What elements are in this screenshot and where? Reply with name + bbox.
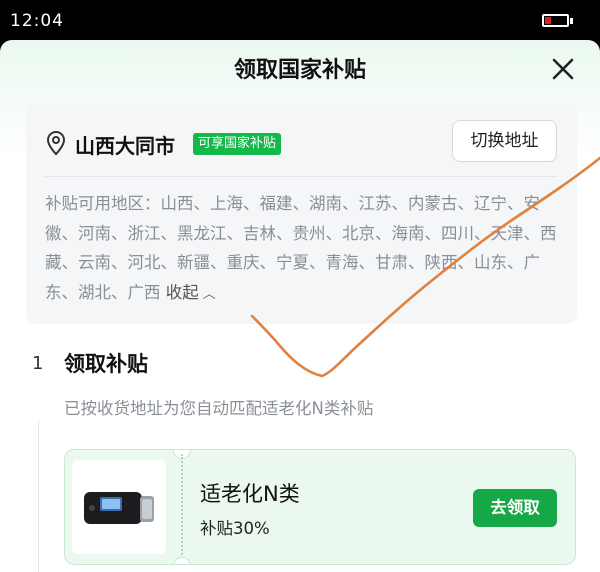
location-pin-icon	[46, 130, 66, 156]
claim-button[interactable]: 去领取	[473, 489, 557, 527]
ticket-separator	[181, 454, 183, 562]
status-time: 12:04	[10, 11, 64, 31]
city-label: 山西大同市	[75, 134, 175, 158]
ticket-notch	[173, 557, 191, 564]
product-name: 适老化N类	[200, 482, 300, 506]
switch-address-button[interactable]: 切换地址	[452, 120, 557, 162]
subsidy-sheet: 领取国家补贴 山西大同市 可享国家补贴 切换地址 补贴可用地区：山西、上海、福建…	[0, 40, 600, 572]
close-icon[interactable]	[548, 54, 578, 84]
divider	[45, 176, 557, 177]
available-regions: 补贴可用地区：山西、上海、福建、湖南、江苏、内蒙古、辽宁、安徽、河南、浙江、黑龙…	[45, 189, 560, 309]
regions-text: 补贴可用地区：山西、上海、福建、湖南、江苏、内蒙古、辽宁、安徽、河南、浙江、黑龙…	[45, 194, 557, 302]
subsidy-eligible-badge: 可享国家补贴	[193, 133, 282, 155]
chevron-up-icon[interactable]: ︿	[203, 280, 216, 310]
step-number: 1	[32, 353, 44, 374]
status-bar: 12:04	[0, 0, 600, 40]
address-card: 山西大同市 可享国家补贴 切换地址 补贴可用地区：山西、上海、福建、湖南、江苏、…	[26, 103, 577, 324]
cpap-device-image	[84, 492, 154, 524]
subsidy-rate: 补贴30%	[200, 519, 270, 538]
subsidy-card: 适老化N类 补贴30% 去领取	[64, 449, 576, 565]
sheet-title: 领取国家补贴	[233, 58, 366, 83]
battery-icon	[542, 14, 569, 27]
step-description: 已按收货地址为您自动匹配适老化N类补贴	[64, 399, 374, 418]
battery-tip	[570, 18, 573, 24]
product-thumbnail	[72, 460, 166, 554]
collapse-link[interactable]: 收起	[166, 283, 199, 302]
step-connector-line	[38, 420, 39, 572]
step-title: 领取补贴	[64, 352, 148, 376]
